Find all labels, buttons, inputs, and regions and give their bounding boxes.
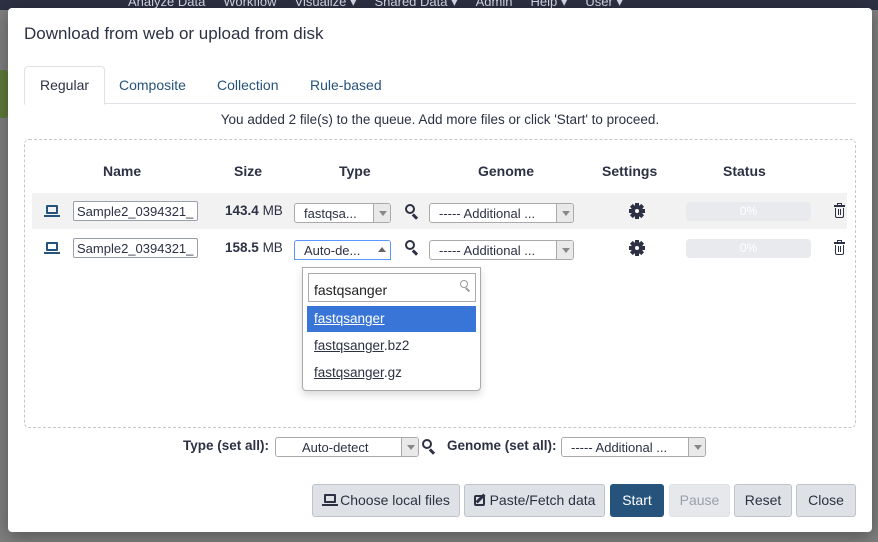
header-status: Status (723, 163, 766, 179)
upload-row: 158.5 MB Auto-de... ----- Additional ...… (32, 230, 847, 266)
tab-collection[interactable]: Collection (201, 66, 294, 104)
upload-modal: Download from web or upload from disk Re… (8, 8, 872, 532)
upload-tabs: Regular Composite Collection Rule-based (24, 66, 856, 105)
trash-icon[interactable] (834, 203, 845, 218)
type-dropdown-search-input[interactable] (308, 273, 476, 302)
paste-fetch-label: Paste/Fetch data (489, 492, 596, 508)
type-option-match: fastqsanger (314, 338, 384, 353)
genome-select-value: ----- Additional ... (439, 243, 536, 258)
gear-icon[interactable] (629, 203, 645, 219)
header-settings: Settings (602, 163, 658, 179)
type-option-match: fastqsanger (314, 365, 384, 380)
file-name-input[interactable] (73, 238, 198, 258)
modal-title: Download from web or upload from disk (24, 24, 324, 43)
tab-rule-based[interactable]: Rule-based (294, 66, 398, 104)
file-size-unit: MB (262, 240, 283, 255)
file-size-unit: MB (262, 203, 283, 218)
genome-set-all-value: ----- Additional ... (571, 440, 668, 455)
type-set-all-label: Type (set all): (183, 438, 270, 453)
type-option[interactable]: fastqsanger.gz (307, 360, 476, 386)
tab-regular[interactable]: Regular (24, 66, 106, 105)
chevron-down-icon (373, 204, 390, 222)
upload-progress-bar: 0% (686, 202, 811, 221)
edit-icon (473, 493, 488, 507)
type-set-all-value: Auto-detect (302, 440, 369, 455)
type-option-match: fastqsanger (314, 311, 385, 326)
file-name-input[interactable] (73, 201, 198, 221)
chevron-down-icon (401, 438, 418, 456)
header-size: Size (234, 163, 263, 179)
background-logo (0, 70, 8, 118)
file-size-value: 158.5 (225, 240, 259, 255)
type-option-suffix: .bz2 (383, 338, 410, 353)
header-name: Name (103, 163, 142, 179)
genome-set-all-label: Genome (set all): (447, 438, 557, 453)
header-genome: Genome (478, 163, 535, 179)
tab-composite[interactable]: Composite (103, 66, 202, 104)
laptop-icon (322, 494, 339, 507)
laptop-icon (44, 242, 60, 255)
type-select-value: fastqsa... (304, 206, 357, 221)
search-icon[interactable] (405, 240, 419, 256)
search-icon[interactable] (422, 439, 436, 455)
start-button[interactable]: Start (610, 484, 664, 517)
genome-select[interactable]: ----- Additional ... (429, 203, 574, 223)
choose-local-files-label: Choose local files (340, 492, 450, 508)
search-icon[interactable] (405, 204, 419, 220)
genome-select-value: ----- Additional ... (439, 206, 536, 221)
type-set-all-select[interactable]: Auto-detect (275, 437, 419, 457)
gear-icon[interactable] (629, 240, 645, 256)
genome-select[interactable]: ----- Additional ... (429, 240, 574, 260)
upload-row: 143.4 MB fastqsa... ----- Additional ...… (32, 193, 847, 229)
genome-set-all-select[interactable]: ----- Additional ... (561, 437, 706, 457)
pause-button[interactable]: Pause (669, 484, 730, 517)
laptop-icon (44, 205, 60, 218)
type-dropdown: fastqsanger fastqsanger.bz2 fastqsanger.… (302, 267, 481, 391)
type-select-open[interactable]: Auto-de... (294, 240, 391, 260)
chevron-down-icon (556, 204, 573, 222)
close-button[interactable]: Close (796, 484, 856, 517)
chevron-down-icon (688, 438, 705, 456)
type-option[interactable]: fastqsanger.bz2 (307, 333, 476, 359)
paste-fetch-button[interactable]: Paste/Fetch data (464, 484, 605, 517)
header-type: Type (339, 163, 371, 179)
reset-button[interactable]: Reset (734, 484, 792, 517)
chevron-up-icon (373, 241, 390, 259)
type-select-value: Auto-de... (304, 243, 361, 258)
file-size: 143.4 MB (225, 203, 283, 218)
type-option-suffix: .gz (383, 365, 402, 380)
file-size-value: 143.4 (225, 203, 259, 218)
trash-icon[interactable] (834, 240, 845, 255)
type-select[interactable]: fastqsa... (294, 203, 391, 223)
choose-local-files-button[interactable]: Choose local files (312, 484, 460, 517)
upload-progress-bar: 0% (686, 239, 811, 258)
queue-info-text: You added 2 file(s) to the queue. Add mo… (220, 112, 660, 127)
search-icon (460, 280, 471, 292)
type-option[interactable]: fastqsanger (307, 306, 476, 332)
chevron-down-icon (556, 241, 573, 259)
file-size: 158.5 MB (225, 240, 283, 255)
